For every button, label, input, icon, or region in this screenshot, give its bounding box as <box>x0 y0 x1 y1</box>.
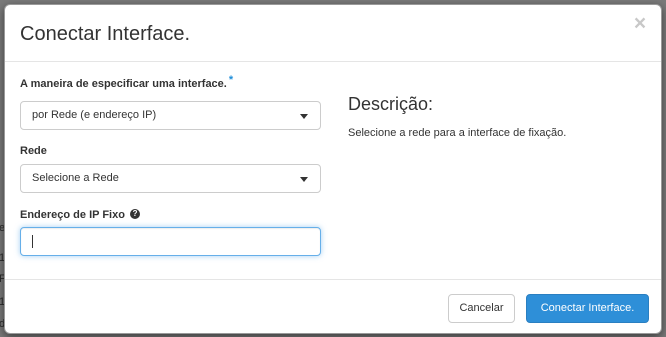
close-icon[interactable]: × <box>632 13 648 34</box>
network-select[interactable]: Selecione a Rede <box>20 164 321 193</box>
chevron-down-icon <box>300 177 308 182</box>
description-panel: Descrição: Selecione a rede para a inter… <box>348 93 648 140</box>
network-field-label: Rede <box>20 145 47 157</box>
fixed-ip-field-label: Endereço de IP Fixo ? <box>20 208 321 222</box>
network-select-value: Selecione a Rede <box>32 172 119 184</box>
modal-footer: Cancelar Conectar Interface. <box>5 279 661 333</box>
method-select-value: por Rede (e endereço IP) <box>32 109 157 121</box>
description-text: Selecione a rede para a interface de fix… <box>348 127 567 139</box>
question-circle-icon[interactable]: ? <box>130 209 141 220</box>
required-marker: * <box>228 74 234 86</box>
connect-interface-dialog: Conectar Interface. × A maneira de espec… <box>4 4 662 334</box>
method-label-text: A maneira de especificar uma interface. <box>20 78 227 90</box>
method-select[interactable]: por Rede (e endereço IP) <box>20 101 321 130</box>
description-title: Descrição: <box>348 94 434 114</box>
modal-title: Conectar Interface. <box>20 23 191 45</box>
modal-header: Conectar Interface. × <box>5 5 661 62</box>
chevron-down-icon <box>300 114 308 119</box>
method-field-label: A maneira de especificar uma interface. * <box>20 74 321 91</box>
fixed-ip-input[interactable] <box>20 227 321 256</box>
fixed-ip-label-text: Endereço de IP Fixo <box>20 209 125 221</box>
cancel-button[interactable]: Cancelar <box>448 294 515 323</box>
text-cursor <box>32 235 33 248</box>
connect-interface-button[interactable]: Conectar Interface. <box>526 294 649 323</box>
